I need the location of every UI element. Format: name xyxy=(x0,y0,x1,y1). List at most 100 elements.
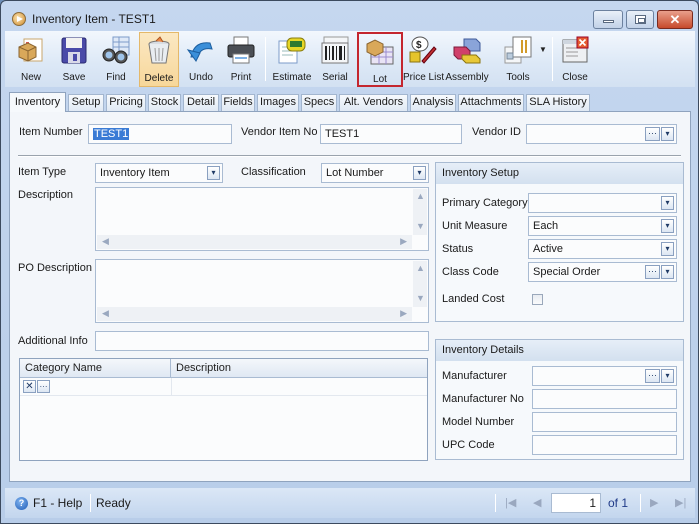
title-bar[interactable]: Inventory Item - TEST1 ✕ xyxy=(1,1,698,31)
vendor-id-browse-button[interactable]: ··· xyxy=(645,127,660,141)
first-page-icon[interactable]: |◀ xyxy=(505,496,516,509)
tools-icon xyxy=(504,36,532,64)
new-button[interactable]: New xyxy=(9,32,53,87)
page-number-input[interactable]: 1 xyxy=(551,493,601,513)
vendor-item-no-input[interactable]: TEST1 xyxy=(320,124,462,144)
class-code-combo[interactable]: Special Order ··· ▾ xyxy=(528,262,677,282)
undo-arrow-icon xyxy=(186,42,213,62)
tab-fields[interactable]: Fields xyxy=(221,94,255,111)
vendor-id-dropdown-button[interactable]: ▾ xyxy=(661,127,674,141)
price-list-icon: $ xyxy=(409,36,437,64)
classification-dropdown-button[interactable]: ▾ xyxy=(413,166,426,180)
class-code-dropdown-button[interactable]: ▾ xyxy=(661,265,674,279)
tab-sla-history[interactable]: SLA History xyxy=(526,94,590,111)
landed-cost-checkbox[interactable] xyxy=(532,294,543,305)
po-description-label: PO Description xyxy=(18,262,92,274)
unit-measure-dropdown-button[interactable]: ▾ xyxy=(661,219,674,233)
delete-label: Delete xyxy=(144,73,174,84)
app-logo-icon xyxy=(12,12,26,26)
next-page-icon[interactable]: ▶ xyxy=(650,496,658,509)
close-button[interactable]: Close xyxy=(555,32,595,87)
tab-attachments[interactable]: Attachments xyxy=(458,94,524,111)
scroll-left-icon[interactable]: ◀ xyxy=(102,309,109,318)
estimate-label: Estimate xyxy=(272,72,312,83)
model-number-input[interactable] xyxy=(532,412,677,432)
po-description-textarea[interactable]: ▲ ▼ ◀ ▶ xyxy=(95,259,429,323)
tools-button[interactable]: Tools xyxy=(497,32,539,87)
primary-category-label: Primary Category xyxy=(442,197,528,209)
print-button[interactable]: Print xyxy=(221,32,261,87)
maximize-button[interactable] xyxy=(626,10,654,29)
manufacturer-browse-button[interactable]: ··· xyxy=(645,369,660,383)
description-horizontal-scrollbar[interactable]: ◀ ▶ xyxy=(97,235,412,249)
tab-analysis[interactable]: Analysis xyxy=(410,94,456,111)
description-vertical-scrollbar[interactable]: ▲ ▼ xyxy=(413,189,427,235)
manufacturer-dropdown-button[interactable]: ▾ xyxy=(661,369,674,383)
tab-stock[interactable]: Stock xyxy=(148,94,181,111)
price-list-button[interactable]: $ Price List xyxy=(403,32,444,87)
tab-pricing[interactable]: Pricing xyxy=(106,94,146,111)
column-header-description[interactable]: Description xyxy=(171,359,427,378)
close-window-button[interactable]: ✕ xyxy=(657,10,693,29)
tab-inventory[interactable]: Inventory xyxy=(9,92,66,112)
scroll-down-icon[interactable]: ▼ xyxy=(416,294,425,303)
inventory-details-group: Inventory Details Manufacturer ··· ▾ Manu… xyxy=(435,339,684,460)
class-code-value: Special Order xyxy=(533,266,601,278)
status-select[interactable]: Active ▾ xyxy=(528,239,677,259)
tab-images[interactable]: Images xyxy=(257,94,299,111)
close-label: Close xyxy=(562,72,588,83)
estimate-button[interactable]: Estimate xyxy=(269,32,315,87)
scroll-right-icon[interactable]: ▶ xyxy=(400,309,407,318)
undo-button[interactable]: Undo xyxy=(181,32,221,87)
help-shortcut-label[interactable]: F1 - Help xyxy=(33,496,82,510)
find-button[interactable]: Find xyxy=(95,32,137,87)
tab-alt-vendors[interactable]: Alt. Vendors xyxy=(339,94,408,111)
manufacturer-no-input[interactable] xyxy=(532,389,677,409)
description-textarea[interactable]: ▲ ▼ ◀ ▶ xyxy=(95,187,429,251)
scroll-left-icon[interactable]: ◀ xyxy=(102,237,109,246)
additional-info-input[interactable] xyxy=(95,331,429,351)
previous-page-icon[interactable]: ◀ xyxy=(533,496,541,509)
po-description-horizontal-scrollbar[interactable]: ◀ ▶ xyxy=(97,307,412,321)
toolbar-separator xyxy=(552,37,553,81)
tools-dropdown-arrow[interactable]: ▼ xyxy=(539,45,547,54)
po-description-vertical-scrollbar[interactable]: ▲ ▼ xyxy=(413,261,427,307)
vendor-id-combo[interactable]: ··· ▾ xyxy=(526,124,677,144)
scroll-down-icon[interactable]: ▼ xyxy=(416,222,425,231)
manufacturer-combo[interactable]: ··· ▾ xyxy=(532,366,677,386)
classification-select[interactable]: Lot Number ▾ xyxy=(321,163,429,183)
trash-bin-icon xyxy=(148,36,170,64)
delete-button[interactable]: Delete xyxy=(139,32,179,87)
tab-specs[interactable]: Specs xyxy=(301,94,337,111)
help-icon[interactable]: ? xyxy=(15,497,28,510)
browse-row-button[interactable]: ··· xyxy=(37,380,50,393)
scroll-up-icon[interactable]: ▲ xyxy=(416,192,425,201)
minimize-button[interactable] xyxy=(593,10,623,29)
upc-code-input[interactable] xyxy=(532,435,677,455)
barcode-icon xyxy=(321,36,349,64)
class-code-browse-button[interactable]: ··· xyxy=(645,265,660,279)
scroll-right-icon[interactable]: ▶ xyxy=(400,237,407,246)
lot-button[interactable]: Lot xyxy=(357,32,403,87)
last-page-icon[interactable]: ▶| xyxy=(675,496,686,509)
inventory-item-window: Inventory Item - TEST1 ✕ New Save Find D… xyxy=(0,0,699,524)
status-separator xyxy=(90,494,91,512)
item-type-dropdown-button[interactable]: ▾ xyxy=(207,166,220,180)
save-button[interactable]: Save xyxy=(53,32,95,87)
status-separator xyxy=(495,494,496,512)
tab-setup[interactable]: Setup xyxy=(68,94,104,111)
status-dropdown-button[interactable]: ▾ xyxy=(661,242,674,256)
item-type-select[interactable]: Inventory Item ▾ xyxy=(95,163,223,183)
primary-category-dropdown-button[interactable]: ▾ xyxy=(661,196,674,210)
remove-row-button[interactable]: ✕ xyxy=(23,380,36,393)
serial-button[interactable]: Serial xyxy=(315,32,355,87)
assembly-button[interactable]: Assembly xyxy=(445,32,489,87)
item-number-input[interactable]: TEST1 xyxy=(88,124,232,144)
tab-detail[interactable]: Detail xyxy=(183,94,219,111)
column-header-category-name[interactable]: Category Name xyxy=(20,359,171,378)
scroll-up-icon[interactable]: ▲ xyxy=(416,264,425,273)
new-item-icon xyxy=(18,38,43,62)
table-row[interactable]: ✕ ··· xyxy=(20,378,427,396)
unit-measure-select[interactable]: Each ▾ xyxy=(528,216,677,236)
primary-category-select[interactable]: ▾ xyxy=(528,193,677,213)
